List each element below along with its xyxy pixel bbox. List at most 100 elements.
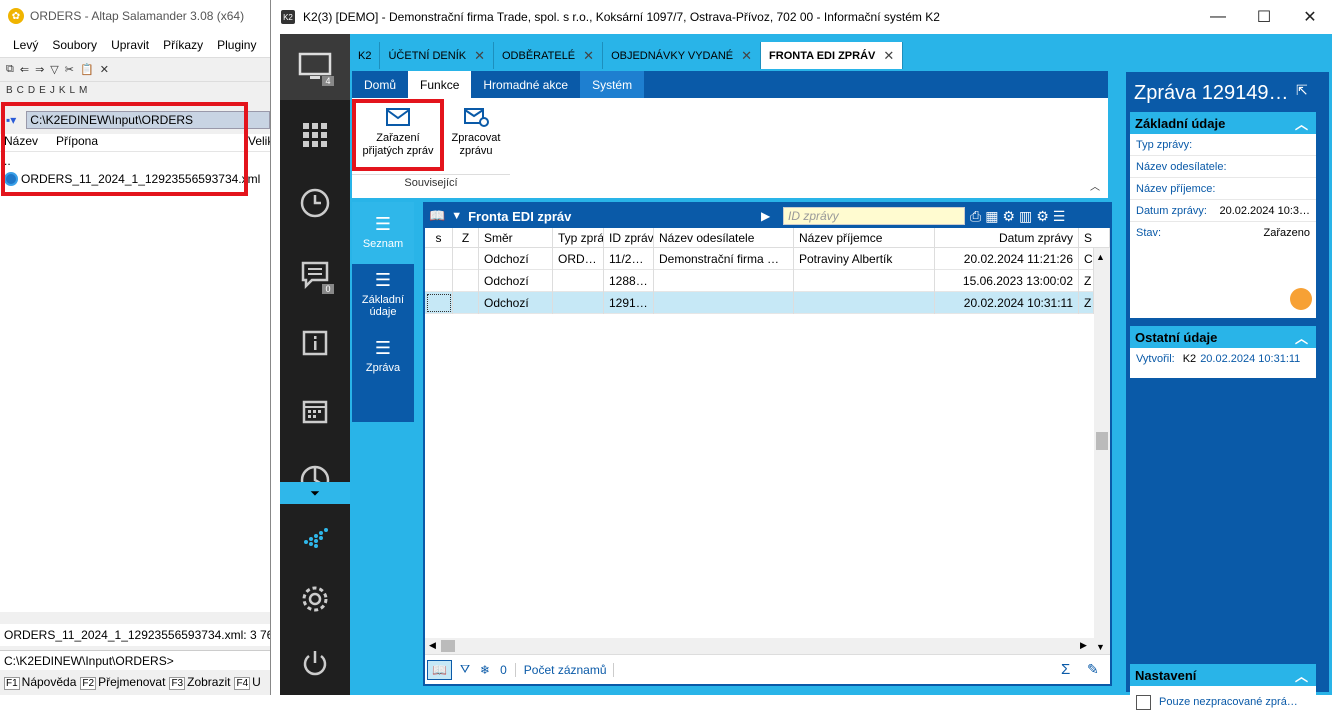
k2-brand-button[interactable] (280, 504, 350, 570)
delete-icon[interactable]: ✕ (100, 63, 109, 76)
fkey-f3[interactable]: F3 Zobrazit (165, 675, 230, 690)
col-z[interactable]: Z (453, 228, 479, 248)
close-tab-icon[interactable]: ✕ (583, 48, 594, 64)
close-tab-icon[interactable]: ✕ (474, 48, 485, 64)
hscroll-thumb[interactable] (441, 640, 455, 652)
checkbox[interactable] (1136, 694, 1151, 710)
scroll-up-icon[interactable]: ▲ (1096, 252, 1105, 262)
zpracovat-zpravu-button[interactable]: Zpracovat zprávu (448, 106, 504, 166)
scroll-down-icon[interactable]: ▼ (1096, 642, 1105, 652)
screens-button[interactable]: 4 (280, 34, 350, 100)
apps-button[interactable] (280, 102, 350, 168)
ribbon-tab-system[interactable]: Systém (580, 71, 645, 98)
fkey-f2[interactable]: F2 Přejmenovat (76, 675, 165, 690)
scroll-right-icon[interactable]: ▶ (1080, 640, 1087, 651)
tab-ucetni-denik[interactable]: Účetní deník ✕ (380, 42, 494, 69)
close-window-button[interactable]: ✕ (1287, 0, 1332, 34)
menu-levy[interactable]: Levý (6, 38, 45, 52)
chevron-down-icon[interactable]: ▼ (451, 210, 462, 222)
menu-prikazy[interactable]: Příkazy (156, 38, 210, 52)
tab-fronta-edi-zprav[interactable]: Fronta EDI zpráv ✕ (761, 42, 904, 69)
col-smer[interactable]: Směr (479, 228, 553, 248)
drive-j[interactable]: J (50, 85, 55, 96)
book-icon[interactable]: 📖 (427, 659, 452, 680)
cell: 1291… (604, 292, 654, 314)
grid-search-input[interactable]: ID zprávy (783, 207, 965, 225)
book-icon[interactable]: 📖 (429, 208, 445, 224)
drive-c[interactable]: C (17, 85, 24, 96)
col-datum[interactable]: Datum zprávy (935, 228, 1079, 248)
fkey-f1[interactable]: F1 Nápověda (0, 675, 76, 690)
section-settings-header[interactable]: Nastavení ︿ (1130, 664, 1316, 686)
col-odesilatel[interactable]: Název odesílatele (654, 228, 794, 248)
collapse-section-icon[interactable]: ︿ (1295, 114, 1308, 133)
setting-unprocessed-only[interactable]: Pouze nezpracované zprá… (1130, 686, 1316, 718)
forward-icon[interactable]: ⇒ (35, 63, 44, 76)
collapse-section-icon[interactable]: ︿ (1295, 328, 1308, 347)
messages-button[interactable]: 0 (280, 242, 350, 308)
maximize-button[interactable]: ☐ (1241, 0, 1287, 34)
collapse-section-icon[interactable]: ︿ (1295, 666, 1308, 685)
minimize-button[interactable]: — (1195, 0, 1241, 34)
play-icon[interactable]: ▶ (761, 209, 770, 223)
paste-icon[interactable]: 📋 (80, 63, 94, 76)
snowflake-icon[interactable]: ❄ (480, 663, 490, 677)
power-button[interactable] (280, 630, 350, 696)
table-row-selected[interactable]: Odchozí 1291… 20.02.2024 10:31:11 Z (425, 292, 1094, 314)
nav-zakladni-udaje[interactable]: ☰ Základní údaje (352, 264, 414, 326)
info-button[interactable] (280, 310, 350, 376)
record-count-label[interactable]: Počet záznamů (514, 662, 614, 677)
back-icon[interactable]: ⇐ (20, 63, 29, 76)
filter-icon[interactable]: ⛛ (460, 662, 470, 677)
cut-icon[interactable]: ✂ (65, 63, 74, 76)
sum-icon[interactable]: Σ (1061, 661, 1070, 678)
copy-icon[interactable]: ⧉ (6, 63, 14, 76)
nav-zprava[interactable]: ☰ Zpráva (352, 326, 414, 388)
table-row[interactable]: Odchozí 1288… 15.06.2023 13:00:02 Z (425, 270, 1094, 292)
col-size[interactable]: Velik (248, 134, 272, 151)
popout-icon[interactable]: ⇱ (1296, 82, 1308, 99)
section-other-header[interactable]: Ostatní údaje ︿ (1130, 326, 1316, 348)
drive-k[interactable]: K (59, 85, 66, 96)
scroll-thumb[interactable] (1096, 432, 1108, 450)
menu-soubory[interactable]: Soubory (45, 38, 104, 52)
grid-toolbar-icons[interactable]: ⎙▦⚙▥⚙☰ (970, 208, 1069, 225)
ribbon-tab-hromadne-akce[interactable]: Hromadné akce (471, 71, 580, 98)
collapse-ribbon-icon[interactable]: ︿ (1090, 178, 1100, 193)
section-basic-header[interactable]: Základní údaje ︿ (1130, 112, 1316, 134)
reports-button[interactable] (280, 446, 350, 482)
drive-l[interactable]: L (69, 85, 75, 96)
menu-pluginy[interactable]: Pluginy (210, 38, 263, 52)
col-id[interactable]: ID zprávy (604, 228, 654, 248)
scroll-left-icon[interactable]: ◀ (429, 640, 436, 651)
ribbon-tab-funkce[interactable]: Funkce (408, 71, 472, 98)
col-typ[interactable]: Typ zpráv (553, 228, 604, 248)
menu-upravit[interactable]: Upravit (104, 38, 156, 52)
calendar-button[interactable] (280, 378, 350, 444)
grid-vertical-scrollbar[interactable]: ▲ ▼ (1094, 248, 1110, 660)
command-line[interactable]: C:\K2EDINEW\Input\ORDERS> (0, 650, 272, 670)
col-s[interactable]: s (425, 228, 453, 248)
tab-k2[interactable]: K2 (350, 42, 381, 69)
fkey-f4[interactable]: F4 U (230, 675, 261, 690)
settings-button[interactable] (280, 566, 350, 632)
nav-seznam[interactable]: ☰ Seznam (352, 202, 414, 264)
drive-e[interactable]: E (39, 85, 46, 96)
filter-icon[interactable]: ▽ (50, 63, 58, 76)
sidebar-expand-button[interactable]: ⏷ (280, 482, 350, 504)
tab-odberatele[interactable]: Odběratelé ✕ (494, 42, 604, 69)
grid-horizontal-scrollbar[interactable]: ◀ ▶ (425, 638, 1094, 654)
edit-icon[interactable]: ✎ (1087, 661, 1099, 678)
drive-b[interactable]: B (6, 85, 13, 96)
history-button[interactable] (280, 170, 350, 236)
col-stav[interactable]: S (1079, 228, 1110, 248)
drive-d[interactable]: D (28, 85, 35, 96)
drive-m[interactable]: M (79, 85, 87, 96)
field-stav: Stav: Zařazeno (1130, 222, 1316, 244)
table-row[interactable]: Odchozí ORD… 11/2… Demonstrační firma … … (425, 248, 1094, 270)
col-prijemce[interactable]: Název příjemce (794, 228, 935, 248)
tab-objednavky-vydane[interactable]: Objednávky vydané ✕ (603, 42, 762, 69)
ribbon-tab-domu[interactable]: Domů (352, 71, 408, 98)
close-tab-icon[interactable]: ✕ (741, 48, 752, 64)
close-tab-icon[interactable]: ✕ (883, 48, 894, 64)
